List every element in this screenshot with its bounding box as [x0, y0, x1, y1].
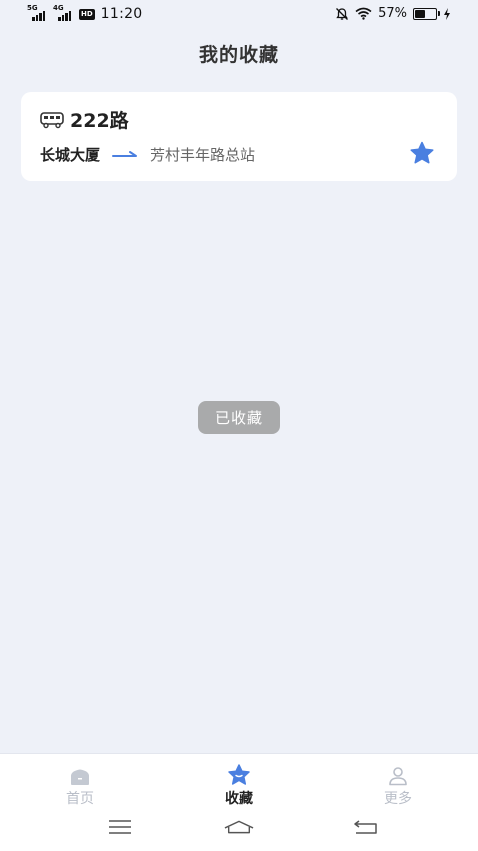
tab-home[interactable]: 首页: [40, 764, 120, 808]
favorite-card[interactable]: 222路 长城大厦 芳村丰年路总站: [21, 92, 457, 181]
route-name: 222路: [70, 110, 129, 132]
tab-favorites-label: 收藏: [225, 791, 253, 807]
signal-5g-icon: 5G: [27, 4, 49, 21]
mute-bell-icon: [336, 7, 349, 20]
tab-favorites[interactable]: 收藏: [199, 764, 279, 808]
favorite-star-icon[interactable]: [409, 141, 435, 165]
battery-percent: 57%: [378, 6, 407, 21]
direction-arrow-icon: [112, 150, 138, 157]
tab-more[interactable]: 更多: [358, 764, 438, 808]
route-header: 222路: [40, 106, 129, 133]
clock: 11:20: [100, 6, 143, 22]
toast-message: 已收藏: [198, 401, 280, 434]
signal-4g-icon: 4G: [53, 4, 75, 21]
person-icon: [389, 767, 407, 786]
menu-icon: [109, 820, 131, 834]
battery-fill: [415, 9, 426, 18]
system-navigation: [0, 812, 478, 842]
status-right: 57%: [335, 6, 451, 21]
status-left: 5G 4G HD 11:20: [27, 4, 143, 22]
home-icon: [71, 769, 89, 785]
star-tab-icon: [228, 764, 250, 785]
to-stop: 芳村丰年路总站: [150, 146, 256, 164]
bus-icon: [40, 111, 64, 128]
charging-icon: [444, 7, 450, 20]
home-nav-icon: [224, 820, 254, 834]
page-title: 我的收藏: [198, 44, 279, 66]
back-button[interactable]: [350, 816, 380, 838]
tab-more-label: 更多: [384, 791, 412, 807]
tab-home-label: 首页: [66, 791, 94, 807]
wifi-icon: [355, 7, 372, 20]
menu-button[interactable]: [105, 816, 135, 838]
back-icon: [354, 820, 377, 834]
hd-voice-icon: HD: [79, 8, 95, 20]
status-bar: 5G 4G HD 11:20 57%: [0, 0, 478, 30]
home-nav-button[interactable]: [224, 816, 254, 838]
route-direction: 长城大厦 芳村丰年路总站: [40, 144, 255, 165]
from-stop: 长城大厦: [40, 146, 101, 164]
battery-icon: [413, 7, 440, 20]
